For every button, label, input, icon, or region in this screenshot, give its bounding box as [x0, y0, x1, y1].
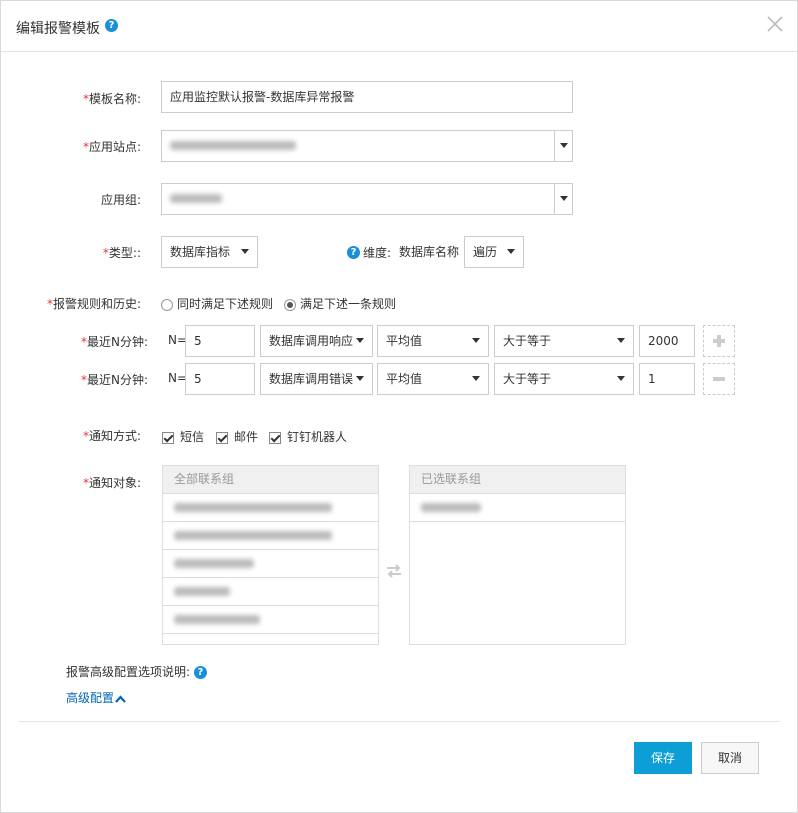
- condition-1-label: *最近N分钟:: [80, 335, 148, 349]
- close-icon[interactable]: [765, 14, 785, 34]
- list-header: 已选联系组: [410, 466, 625, 494]
- list-item[interactable]: [410, 494, 625, 522]
- dimension-select[interactable]: 遍历: [464, 236, 524, 268]
- question-circle-icon[interactable]: ?: [193, 666, 207, 679]
- rule-option-all[interactable]: 同时满足下述规则: [161, 295, 273, 312]
- condition-2-aggregate-select[interactable]: 平均值: [377, 363, 489, 395]
- type-label: *类型::: [102, 246, 141, 260]
- question-circle-icon[interactable]: ?: [347, 246, 360, 259]
- notify-method-label: *通知方式:: [82, 429, 141, 443]
- dialog-header: 编辑报警模板 ?: [1, 1, 797, 52]
- checkbox[interactable]: [269, 431, 281, 444]
- rule-option-any[interactable]: 满足下述一条规则: [284, 295, 396, 312]
- edit-alarm-template-dialog: 编辑报警模板 ? *模板名称: 应用监控默认报警-数据库异常报警 *应用站点: …: [0, 0, 798, 813]
- chevron-down-icon: [617, 376, 625, 381]
- dialog-title: 编辑报警模板: [16, 21, 100, 37]
- dropdown-button[interactable]: [554, 131, 572, 161]
- type-select[interactable]: 数据库指标: [161, 236, 258, 268]
- redacted-text: [421, 503, 481, 512]
- dropdown-button[interactable]: [554, 184, 572, 214]
- chevron-down-icon: [560, 196, 568, 201]
- chevron-down-icon: [560, 143, 568, 148]
- app-group-select[interactable]: [161, 183, 573, 215]
- app-site-select[interactable]: [161, 130, 573, 162]
- advanced-config-link[interactable]: 高级配置: [66, 689, 126, 706]
- app-site-label: *应用站点:: [82, 140, 141, 154]
- app-group-label: 应用组:: [100, 193, 141, 207]
- redacted-text: [174, 531, 332, 540]
- condition-2-threshold-input[interactable]: 1: [639, 363, 695, 395]
- condition-2-label: *最近N分钟:: [80, 373, 148, 387]
- redacted-text: [174, 503, 332, 512]
- condition-1-threshold-input[interactable]: 2000: [639, 325, 695, 357]
- chevron-down-icon: [472, 376, 480, 381]
- chevron-up-icon: [115, 694, 126, 703]
- chevron-down-icon: [507, 249, 515, 254]
- remove-condition-button[interactable]: [703, 363, 735, 395]
- save-button[interactable]: 保存: [634, 742, 692, 774]
- plus-icon: [713, 335, 725, 347]
- question-circle-icon[interactable]: ?: [105, 19, 118, 32]
- list-item[interactable]: [163, 550, 378, 578]
- footer-divider: [19, 721, 780, 722]
- checkbox[interactable]: [216, 431, 228, 444]
- redacted-text: [174, 559, 254, 568]
- redacted-text: [174, 615, 260, 624]
- list-item[interactable]: [163, 522, 378, 550]
- condition-2-operator-select[interactable]: 大于等于: [494, 363, 634, 395]
- chevron-down-icon: [356, 376, 364, 381]
- notify-dingtalk[interactable]: 钉钉机器人: [269, 428, 347, 445]
- condition-1-metric-select[interactable]: 数据库调用响应: [260, 325, 373, 357]
- redacted-text: [170, 194, 222, 203]
- radio-button[interactable]: [284, 298, 296, 311]
- selected-contact-groups-list: 已选联系组: [409, 465, 626, 645]
- radio-button[interactable]: [161, 298, 173, 311]
- minus-icon: [713, 377, 725, 381]
- list-item[interactable]: [163, 578, 378, 606]
- notify-target-label: *通知对象:: [82, 476, 141, 490]
- rule-label: *报警规则和历史:: [46, 297, 141, 311]
- template-name-input[interactable]: 应用监控默认报警-数据库异常报警: [161, 81, 573, 113]
- notify-sms[interactable]: 短信: [162, 428, 204, 445]
- list-header: 全部联系组: [163, 466, 378, 494]
- transfer-arrows-icon: [387, 564, 401, 578]
- add-condition-button[interactable]: [703, 325, 735, 357]
- cancel-button[interactable]: 取消: [701, 742, 759, 774]
- notify-email[interactable]: 邮件: [216, 428, 258, 445]
- template-name-label: *模板名称:: [82, 92, 141, 106]
- dimension-label: 维度:: [363, 246, 392, 260]
- condition-2-n-input[interactable]: 5: [185, 363, 255, 395]
- chevron-down-icon: [241, 249, 249, 254]
- condition-1-aggregate-select[interactable]: 平均值: [377, 325, 489, 357]
- all-contact-groups-list: 全部联系组: [162, 465, 379, 645]
- list-item[interactable]: [163, 494, 378, 522]
- condition-1-n-input[interactable]: 5: [185, 325, 255, 357]
- condition-2-metric-select[interactable]: 数据库调用错误: [260, 363, 373, 395]
- advanced-help-text: 报警高级配置选项说明: ?: [66, 663, 207, 680]
- redacted-text: [170, 141, 296, 150]
- chevron-down-icon: [617, 338, 625, 343]
- redacted-text: [174, 587, 230, 596]
- checkbox[interactable]: [162, 431, 174, 444]
- dimension-name: 数据库名称: [399, 245, 460, 259]
- chevron-down-icon: [356, 338, 364, 343]
- chevron-down-icon: [472, 338, 480, 343]
- condition-1-operator-select[interactable]: 大于等于: [494, 325, 634, 357]
- list-item[interactable]: [163, 606, 378, 634]
